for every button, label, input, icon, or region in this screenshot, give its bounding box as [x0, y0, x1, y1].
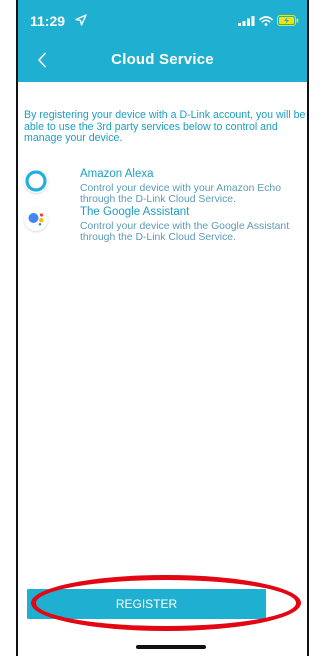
- signal-icon: [238, 15, 255, 26]
- status-time: 11:29: [30, 13, 66, 29]
- service-name: Amazon Alexa: [80, 168, 154, 180]
- wifi-icon: [259, 15, 273, 26]
- service-name: The Google Assistant: [80, 206, 190, 218]
- battery-charging-icon: [277, 15, 299, 26]
- page-title: Cloud Service: [111, 51, 214, 68]
- location-arrow-icon: [75, 14, 87, 26]
- phone-frame: 11:29 Cloud Service By registering your …: [16, 0, 309, 656]
- register-button[interactable]: REGISTER: [27, 589, 266, 619]
- content-area: By registering your device with a D-Link…: [18, 82, 307, 642]
- intro-text: By registering your device with a D-Link…: [24, 109, 306, 145]
- service-description: Control your device with the Google Assi…: [80, 221, 290, 244]
- service-description: Control your device with your Amazon Ech…: [80, 183, 281, 206]
- navigation-bar: Cloud Service: [18, 38, 307, 82]
- service-item-google-assistant[interactable]: The Google Assistant Control your device…: [18, 206, 307, 252]
- status-indicators: [238, 15, 299, 26]
- google-assistant-icon: [24, 207, 48, 231]
- alexa-icon: [24, 169, 48, 193]
- home-indicator: [136, 645, 206, 649]
- status-bar: 11:29: [18, 0, 307, 38]
